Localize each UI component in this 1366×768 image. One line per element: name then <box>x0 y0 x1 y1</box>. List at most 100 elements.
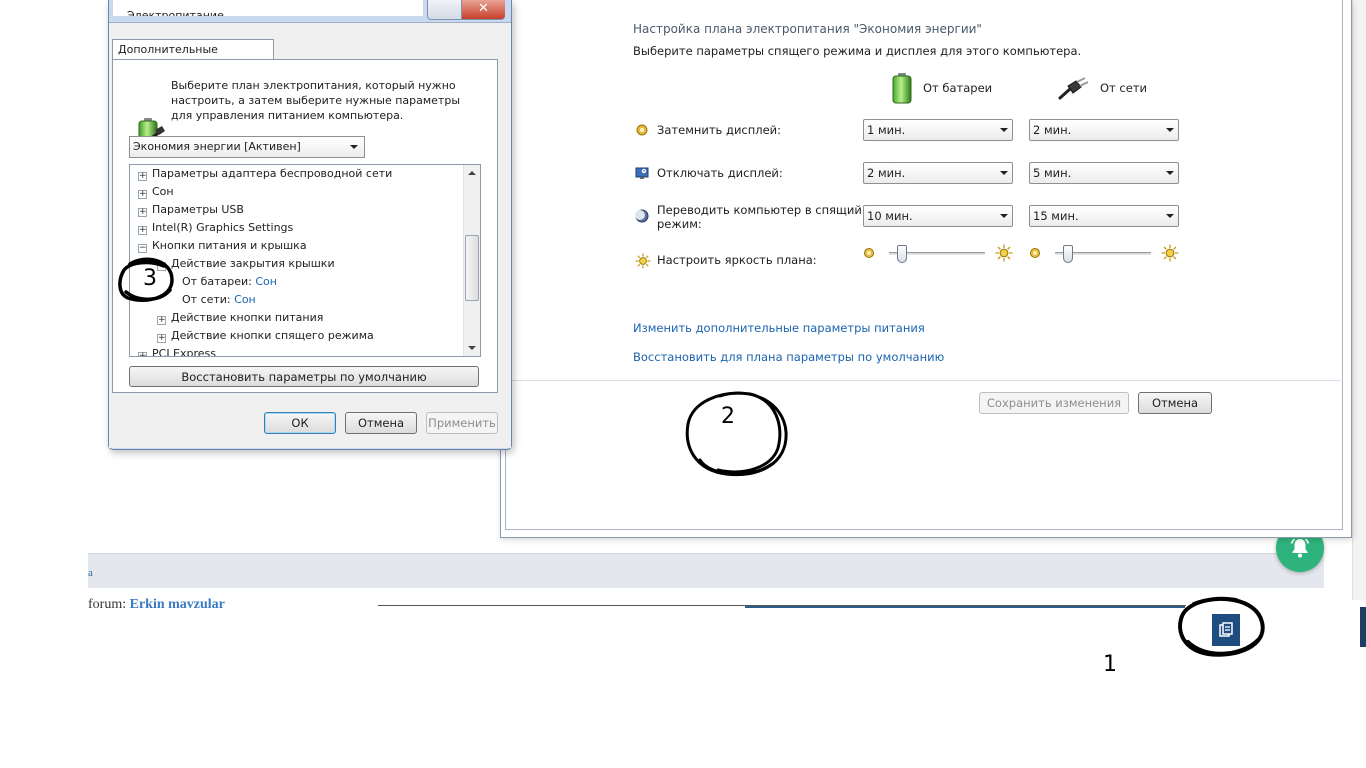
dim-display-label: Затемнить дисплей: <box>657 123 782 137</box>
close-icon: ✕ <box>478 1 489 16</box>
restore-defaults-button[interactable]: Восстановить параметры по умолчанию <box>129 366 479 387</box>
expand-icon[interactable]: + <box>138 352 147 356</box>
dim-display-battery-select[interactable]: 1 мин. <box>863 119 1013 141</box>
plan-subheading: Выберите параметры спящего режима и дисп… <box>633 44 1082 58</box>
brightness-sun-icon <box>635 253 651 269</box>
tree-item-label: От сети: <box>182 293 231 306</box>
tree-item[interactable]: + Сон <box>138 184 174 200</box>
tree-scrollbar[interactable] <box>463 165 480 356</box>
dim-display-icon <box>636 124 648 136</box>
expand-icon[interactable]: + <box>138 226 147 235</box>
forum-link[interactable]: Erkin mavzular <box>130 597 225 608</box>
tree-item[interactable]: − Действие закрытия крышки <box>157 256 335 272</box>
scroll-down-icon[interactable] <box>468 346 476 350</box>
dialog-cancel-button[interactable]: Отмена <box>345 412 417 434</box>
expand-icon[interactable]: + <box>138 208 147 217</box>
close-button[interactable]: ✕ <box>462 0 505 19</box>
plan-select[interactable]: Экономия энергии [Активен] <box>129 136 365 158</box>
collapse-icon[interactable]: − <box>138 244 147 253</box>
brightness-battery-slider[interactable] <box>863 244 1013 264</box>
tree-item-label: Действие кнопки спящего режима <box>171 329 374 342</box>
title-buttons: ✕ <box>427 0 505 20</box>
scroll-thumb[interactable] <box>465 235 479 301</box>
display-off-battery-value: 2 мин. <box>867 166 906 180</box>
expand-icon[interactable]: + <box>138 190 147 199</box>
tree-item[interactable]: От сети: Сон <box>182 292 256 308</box>
sleep-battery-select[interactable]: 10 мин. <box>863 205 1013 227</box>
sleep-ac-value: 15 мин. <box>1033 209 1079 223</box>
dialog-description: Выберите план электропитания, который ну… <box>171 79 461 122</box>
column-header-ac-label: От сети <box>1100 81 1147 95</box>
slider-thumb[interactable] <box>1063 245 1074 263</box>
minimize-button[interactable] <box>428 0 462 19</box>
annotation-number-2: 2 <box>721 404 735 429</box>
chevron-down-icon <box>1166 214 1174 218</box>
settings-tree[interactable]: + PCI Express + Действие кнопки спящего реж… <box>129 164 481 357</box>
tree-item-label: Действие закрытия крышки <box>171 257 335 270</box>
sleep-battery-value: 10 мин. <box>867 209 913 223</box>
tree-item-label: PCI Express <box>152 347 217 357</box>
expand-icon[interactable]: + <box>138 172 147 181</box>
sleep-label: Переводить компьютер в спящий режим: <box>657 203 862 231</box>
expand-icon[interactable]: + <box>157 334 166 343</box>
sleep-label-line2: режим: <box>657 217 702 231</box>
tree-item[interactable]: + Действие кнопки спящего режима <box>157 328 374 344</box>
tree-item[interactable]: + Параметры USB <box>138 202 244 218</box>
dim-display-ac-select[interactable]: 2 мин. <box>1029 119 1179 141</box>
chevron-down-icon <box>1000 171 1008 175</box>
annotation-circle-2 <box>685 391 788 477</box>
brightness-high-icon <box>1161 244 1179 262</box>
brightness-ac-slider[interactable] <box>1029 244 1179 264</box>
advanced-settings-dialog: Электропитание ✕ Дополнительные параметр… <box>108 0 512 450</box>
forum-prefix: forum: <box>88 597 130 608</box>
tree-item-label: Сон <box>152 185 174 198</box>
display-off-label: Отключать дисплей: <box>657 166 783 180</box>
restore-plan-defaults-link[interactable]: Восстановить для плана параметры по умол… <box>633 350 944 364</box>
tree-item-value[interactable]: Сон <box>252 275 277 288</box>
background-page-edge <box>1352 0 1366 600</box>
annotation-number-3: 3 <box>143 266 157 291</box>
dialog-title: Электропитание <box>127 9 224 16</box>
tree-item[interactable]: + Параметры адаптера беспроводной сети <box>138 166 392 182</box>
tree-item[interactable]: + Действие кнопки питания <box>157 310 323 326</box>
slider-thumb[interactable] <box>897 245 908 263</box>
tab-advanced-settings[interactable]: Дополнительные параметры <box>112 39 274 69</box>
sleep-ac-select[interactable]: 15 мин. <box>1029 205 1179 227</box>
plug-icon <box>1058 77 1089 100</box>
annotation-circle-1 <box>1178 596 1265 657</box>
dialog-body: Дополнительные параметры Выберите план э… <box>109 22 511 448</box>
plan-cancel-button[interactable]: Отмена <box>1138 392 1212 414</box>
tree-item[interactable]: От батареи: Сон <box>182 274 277 290</box>
ok-button[interactable]: ОК <box>264 412 336 434</box>
plan-heading: Настройка плана электропитания "Экономия… <box>633 22 982 36</box>
display-off-ac-select[interactable]: 5 мин. <box>1029 162 1179 184</box>
tree-item-label: Параметры USB <box>152 203 244 216</box>
annotation-number-1: 1 <box>1103 652 1117 677</box>
sleep-moon-icon <box>635 209 649 223</box>
sleep-label-line1: Переводить компьютер в спящий <box>657 203 862 217</box>
change-advanced-settings-link[interactable]: Изменить дополнительные параметры питани… <box>633 321 925 335</box>
background-header-bar <box>88 553 1324 588</box>
column-header-ac: От сети <box>1058 72 1147 104</box>
tree-item[interactable]: + PCI Express <box>138 346 217 357</box>
column-header-battery-label: От батареи <box>923 81 993 95</box>
advanced-settings-panel: Выберите план электропитания, который ну… <box>112 59 498 393</box>
column-header-battery: От батареи <box>891 72 992 104</box>
dim-display-battery-value: 1 мин. <box>867 123 906 137</box>
brightness-low-icon <box>864 248 874 258</box>
display-off-battery-select[interactable]: 2 мин. <box>863 162 1013 184</box>
background-divider-accent <box>745 606 1185 608</box>
display-off-icon <box>635 167 649 179</box>
scroll-up-icon[interactable] <box>468 171 476 175</box>
apply-button[interactable]: Применить <box>426 412 498 434</box>
brightness-label: Настроить яркость плана: <box>657 253 817 267</box>
brightness-low-icon <box>1030 248 1040 258</box>
expand-icon[interactable]: + <box>157 316 166 325</box>
tree-item-value[interactable]: Сон <box>231 293 256 306</box>
tree-item-label: Intel(R) Graphics Settings <box>152 221 294 234</box>
tree-item-label: От батареи: <box>182 275 252 288</box>
bell-icon <box>1290 538 1310 558</box>
tree-item[interactable]: + Intel(R) Graphics Settings <box>138 220 293 236</box>
tree-item[interactable]: − Кнопки питания и крышка <box>138 238 307 254</box>
save-changes-button[interactable]: Сохранить изменения <box>979 392 1129 414</box>
